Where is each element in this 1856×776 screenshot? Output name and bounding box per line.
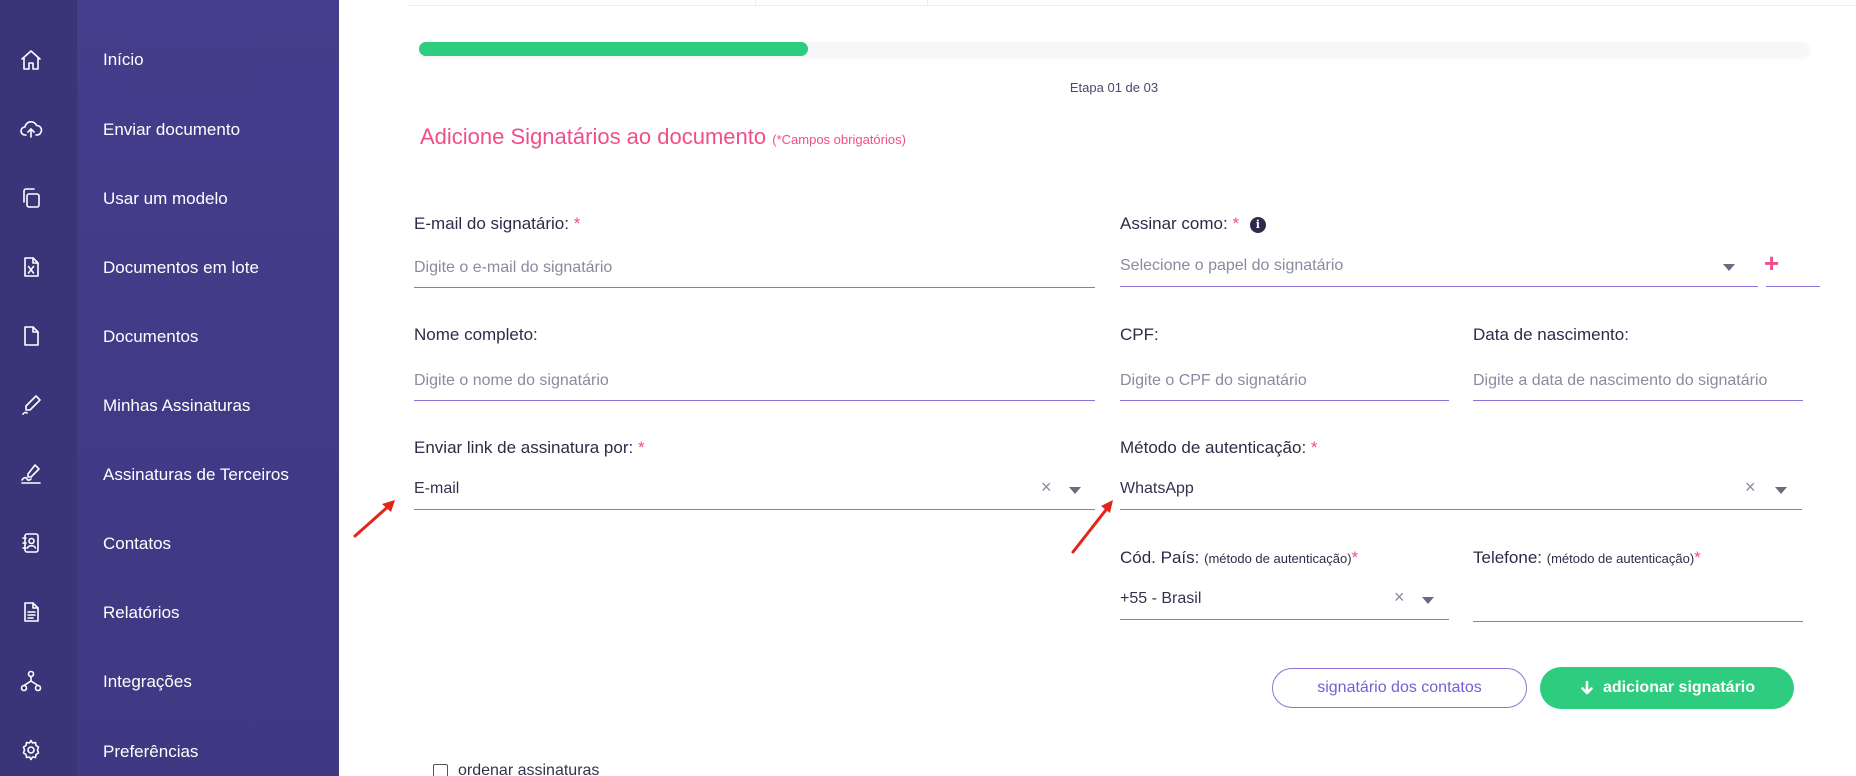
template-icon [18, 185, 44, 211]
progress-bar [419, 42, 1809, 56]
send-link-label: Enviar link de assinatura por: * [414, 438, 645, 457]
cloud-upload-icon [18, 116, 44, 142]
pen-icon [18, 392, 44, 418]
email-field[interactable] [414, 244, 1095, 288]
clear-icon[interactable]: × [1394, 587, 1405, 608]
phone-label: Telefone: (método de autenticação)* [1473, 548, 1701, 567]
signature-icon [18, 461, 44, 487]
cpf-field[interactable] [1120, 357, 1449, 401]
sidebar-item-label: Início [103, 50, 144, 69]
top-tabs-strip [407, 0, 1856, 6]
chevron-down-icon[interactable] [1723, 264, 1735, 271]
birth-date-label: Data de nascimento: [1473, 325, 1629, 344]
email-label: E-mail do signatário: * [414, 214, 581, 233]
sidebar-item-integracoes[interactable]: Integrações [0, 651, 339, 711]
country-code-label: Cód. País: (método de autenticação)* [1120, 548, 1359, 567]
required-mark: * [1310, 438, 1318, 457]
phone-input[interactable] [1473, 578, 1803, 621]
email-input[interactable] [414, 244, 1095, 287]
integration-icon [18, 668, 44, 694]
required-mark: * [573, 214, 581, 233]
country-code-select[interactable]: +55 - Brasil × [1120, 576, 1449, 620]
birth-date-input[interactable] [1473, 357, 1803, 400]
phone-field[interactable] [1473, 578, 1803, 622]
clear-icon[interactable]: × [1745, 477, 1756, 498]
sidebar-item-minhas-assinaturas[interactable]: Minhas Assinaturas [0, 375, 339, 435]
sidebar-item-label: Integrações [103, 672, 192, 691]
chevron-down-icon[interactable] [1775, 487, 1787, 494]
sidebar-item-label: Enviar documento [103, 120, 241, 139]
birth-date-field[interactable] [1473, 357, 1803, 401]
country-code-value: +55 - Brasil [1120, 590, 1202, 607]
arrow-down-icon [1581, 680, 1593, 695]
add-signer-label: adicionar signatário [1602, 679, 1756, 696]
sidebar-item-documentos[interactable]: Documentos [0, 306, 339, 366]
auth-method-select[interactable]: WhatsApp × [1120, 466, 1802, 510]
sidebar-item-label: Documentos [103, 327, 199, 346]
sign-as-label: Assinar como: * i [1120, 214, 1266, 234]
auth-method-label: Método de autenticação: * [1120, 438, 1318, 457]
main-content: Etapa 01 de 03 Adicione Signatários ao d… [339, 0, 1856, 776]
report-icon [18, 599, 44, 625]
sidebar-item-label: Minhas Assinaturas [103, 396, 251, 415]
signer-from-contacts-button[interactable]: signatário dos contatos [1272, 668, 1527, 708]
step-indicator: Etapa 01 de 03 [1069, 80, 1159, 95]
order-signatures-option[interactable]: ordenar assinaturas [433, 762, 599, 776]
sidebar-item-usar-modelo[interactable]: Usar um modelo [0, 168, 339, 228]
sidebar-item-label: Relatórios [103, 603, 180, 622]
progress-bar-fill [419, 42, 809, 56]
sign-as-select[interactable]: Selecione o papel do signatário [1120, 243, 1758, 287]
required-mark: * [1351, 548, 1359, 567]
section-title-text: Adicione Signatários ao documento [420, 124, 767, 149]
required-mark: * [637, 438, 645, 457]
sign-as-placeholder: Selecione o papel do signatário [1120, 257, 1344, 274]
document-icon [18, 323, 44, 349]
order-signatures-label: ordenar assinaturas [458, 762, 600, 776]
gear-icon [18, 737, 44, 763]
sidebar-item-documentos-em-lote[interactable]: Documentos em lote [0, 237, 339, 297]
required-mark: * [1694, 548, 1701, 567]
clear-icon[interactable]: × [1041, 477, 1052, 498]
sidebar-item-label: Usar um modelo [103, 189, 228, 208]
chevron-down-icon[interactable] [1422, 597, 1434, 604]
full-name-field[interactable] [414, 357, 1095, 401]
excel-file-icon [18, 254, 44, 280]
sidebar-item-label: Documentos em lote [103, 258, 259, 277]
sidebar-item-assinaturas-terceiros[interactable]: Assinaturas de Terceiros [0, 444, 339, 504]
sidebar-item-label: Assinaturas de Terceiros [103, 465, 289, 484]
info-icon[interactable]: i [1249, 217, 1266, 233]
sidebar-item-relatorios[interactable]: Relatórios [0, 582, 339, 642]
contact-book-icon [18, 530, 44, 556]
sidebar-item-contatos[interactable]: Contatos [0, 513, 339, 573]
cpf-label: CPF: [1120, 325, 1159, 344]
required-fields-note: (*Campos obrigatórios) [772, 132, 906, 147]
full-name-input[interactable] [414, 357, 1095, 400]
sidebar-item-preferencias[interactable]: Preferências [0, 720, 339, 776]
annotation-arrow [353, 500, 395, 538]
sidebar-item-enviar-documento[interactable]: Enviar documento [0, 99, 339, 159]
add-signer-button[interactable]: adicionar signatário [1540, 667, 1794, 709]
sidebar-item-label: Preferências [103, 742, 199, 761]
send-link-select[interactable]: E-mail × [414, 466, 1095, 510]
home-icon [18, 47, 44, 73]
full-name-label: Nome completo: [414, 325, 538, 344]
send-link-value: E-mail [414, 480, 460, 497]
sidebar-item-label: Contatos [103, 534, 172, 553]
section-title: Adicione Signatários ao documento (*Camp… [420, 124, 906, 150]
add-role-plus-icon[interactable]: + [1764, 250, 1779, 276]
chevron-down-icon[interactable] [1069, 487, 1081, 494]
order-signatures-checkbox[interactable] [433, 763, 448, 776]
auth-method-value: WhatsApp [1120, 480, 1194, 497]
cpf-input[interactable] [1120, 357, 1449, 400]
sidebar-item-inicio[interactable]: Início [0, 30, 339, 90]
required-mark: * [1232, 214, 1240, 233]
annotation-arrow [1071, 500, 1113, 554]
